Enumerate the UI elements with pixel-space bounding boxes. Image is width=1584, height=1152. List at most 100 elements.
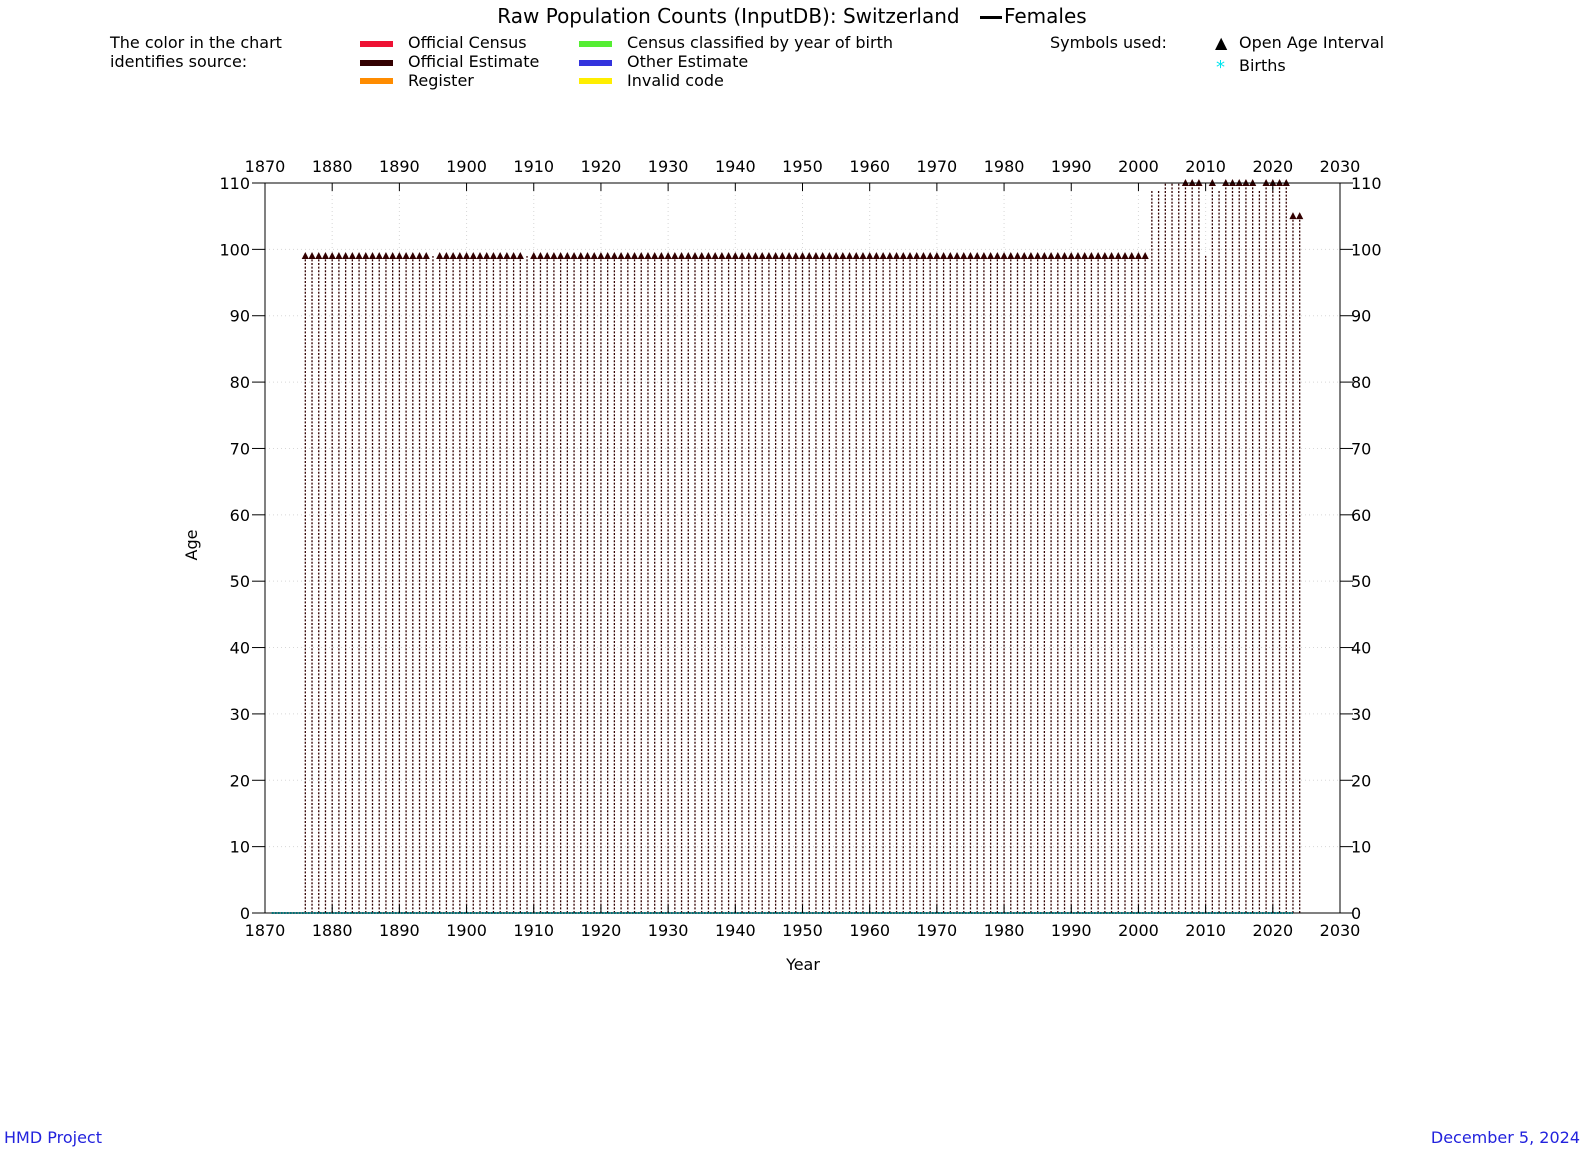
open-age-marker-1981: [1007, 252, 1015, 259]
y-tick-label-left: 60: [230, 506, 250, 525]
open-age-marker-1973: [953, 252, 961, 259]
x-tick-label-top: 2000: [1118, 157, 1159, 176]
open-age-marker-1967: [913, 252, 921, 259]
open-age-marker-1876: [301, 252, 309, 259]
open-age-marker-1921: [604, 252, 612, 259]
open-age-marker-1894: [422, 252, 430, 259]
y-tick-label-right: 10: [1351, 838, 1371, 857]
open-age-marker-1879: [321, 252, 330, 259]
open-age-marker-1933: [684, 252, 692, 259]
legend-register: Register: [408, 71, 474, 90]
x-tick-label-top: 1980: [984, 157, 1025, 176]
y-tick-label-right: 20: [1351, 771, 1371, 790]
open-age-marker-1882: [342, 252, 350, 259]
open-age-marker-1923: [617, 252, 625, 259]
open-age-marker-1943: [751, 252, 760, 259]
x-axis-label: Year: [785, 955, 820, 974]
swatch-other-estimate: [579, 60, 612, 66]
legend-births: Births: [1239, 56, 1286, 75]
y-tick-label-right: 0: [1351, 904, 1361, 923]
open-age-marker-1930: [664, 252, 672, 259]
open-age-marker-1953: [819, 252, 827, 259]
open-age-marker-1940: [731, 252, 739, 259]
triangle-up-icon: ▲: [1215, 33, 1228, 52]
open-age-marker-1919: [590, 252, 598, 259]
open-age-marker-1960: [866, 252, 874, 259]
legend-open-age-interval: Open Age Interval: [1239, 33, 1385, 52]
open-age-marker-1906: [503, 252, 511, 259]
x-tick-label-top: 1970: [917, 157, 958, 176]
open-age-marker-1946: [772, 252, 780, 259]
open-age-marker-1975: [966, 252, 975, 259]
y-tick-label-left: 80: [230, 373, 250, 392]
open-age-marker-1905: [496, 252, 504, 259]
y-tick-label-right: 60: [1351, 506, 1371, 525]
x-tick-label-top: 1900: [446, 157, 487, 176]
open-age-marker-1941: [738, 252, 746, 259]
x-tick-label-bottom: 1920: [581, 921, 622, 940]
y-tick-label-left: 40: [230, 639, 250, 658]
symbols-title: Symbols used:: [1050, 33, 1167, 52]
x-tick-label-top: 2010: [1185, 157, 1226, 176]
open-age-marker-1962: [879, 252, 887, 259]
open-age-marker-1950: [798, 252, 807, 259]
open-age-marker-1880: [328, 252, 336, 259]
open-age-marker-1989: [1060, 252, 1069, 259]
open-age-marker-1988: [1054, 252, 1062, 259]
open-age-marker-1928: [651, 252, 659, 259]
y-tick-label-left: 20: [230, 771, 250, 790]
open-age-marker-1886: [368, 252, 377, 259]
x-tick-label-bottom: 1960: [849, 921, 890, 940]
open-age-marker-1935: [698, 252, 706, 259]
open-age-marker-1993: [1087, 252, 1096, 259]
open-age-marker-1949: [792, 252, 800, 259]
x-tick-label-bottom: 2010: [1185, 921, 1226, 940]
open-age-marker-1903: [483, 252, 491, 259]
open-age-marker-1912: [543, 252, 551, 259]
open-age-marker-1983: [1020, 252, 1028, 259]
open-age-marker-1958: [852, 252, 860, 259]
x-tick-label-bottom: 1940: [715, 921, 756, 940]
x-tick-label-top: 1930: [648, 157, 689, 176]
open-age-marker-1974: [960, 252, 968, 259]
open-age-marker-1883: [348, 252, 356, 259]
open-age-marker-1934: [691, 252, 699, 259]
x-tick-label-bottom: 1910: [513, 921, 554, 940]
open-age-marker-1889: [389, 252, 397, 259]
open-age-marker-1913: [550, 252, 558, 259]
open-age-marker-1922: [610, 252, 618, 259]
x-tick-label-bottom: 1950: [782, 921, 823, 940]
legend-invalid-code: Invalid code: [627, 71, 724, 90]
open-age-marker-1901: [469, 252, 477, 259]
open-age-marker-1932: [677, 252, 686, 259]
x-tick-label-bottom: 1930: [648, 921, 689, 940]
y-tick-label-left: 10: [230, 838, 250, 857]
open-age-marker-1982: [1013, 252, 1022, 259]
open-age-marker-1927: [644, 252, 652, 259]
open-age-marker-1979: [993, 252, 1001, 259]
x-tick-label-top: 1910: [513, 157, 554, 176]
y-axis-label: Age: [182, 530, 201, 561]
series-line-icon: [979, 16, 1002, 19]
open-age-marker-1996: [1107, 252, 1116, 259]
open-age-marker-1997: [1114, 252, 1122, 259]
open-age-marker-1951: [805, 252, 813, 259]
open-age-marker-1947: [778, 252, 786, 259]
open-age-marker-1998: [1121, 252, 1129, 259]
footer-project: HMD Project: [4, 1128, 102, 1147]
open-age-marker-1936: [704, 252, 713, 259]
open-age-marker-1971: [939, 252, 948, 259]
y-tick-label-right: 50: [1351, 572, 1371, 591]
open-age-marker-1900: [462, 252, 471, 259]
open-age-marker-1964: [892, 252, 901, 259]
x-tick-label-bottom: 1900: [446, 921, 487, 940]
open-age-marker-1948: [785, 252, 793, 259]
open-age-marker-1991: [1074, 252, 1082, 259]
open-age-marker-1918: [583, 252, 592, 259]
open-age-marker-1945: [765, 252, 773, 259]
open-age-marker-1959: [859, 252, 867, 259]
open-age-marker-1980: [1000, 252, 1008, 259]
swatch-invalid-code: [579, 78, 612, 84]
y-tick-label-left: 70: [230, 439, 250, 458]
x-tick-label-bottom: 2000: [1118, 921, 1159, 940]
